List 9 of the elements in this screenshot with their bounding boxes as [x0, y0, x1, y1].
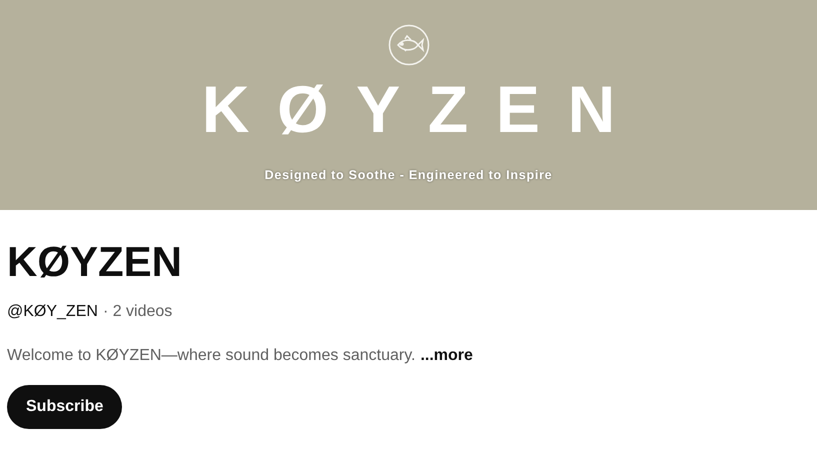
channel-handle: @KØY_ZEN: [7, 302, 98, 322]
fish-icon: [388, 24, 430, 66]
subscribe-button[interactable]: Subscribe: [7, 385, 122, 429]
more-link[interactable]: ...more: [420, 344, 473, 368]
banner-wordmark: KØYZEN: [202, 76, 644, 142]
channel-description: Welcome to KØYZEN—where sound becomes sanctuary.: [7, 346, 416, 366]
banner-tagline: Designed to Soothe - Engineered to Inspire: [264, 167, 552, 184]
video-count: · 2 videos: [102, 302, 172, 322]
channel-name: KØYZEN: [7, 241, 184, 283]
